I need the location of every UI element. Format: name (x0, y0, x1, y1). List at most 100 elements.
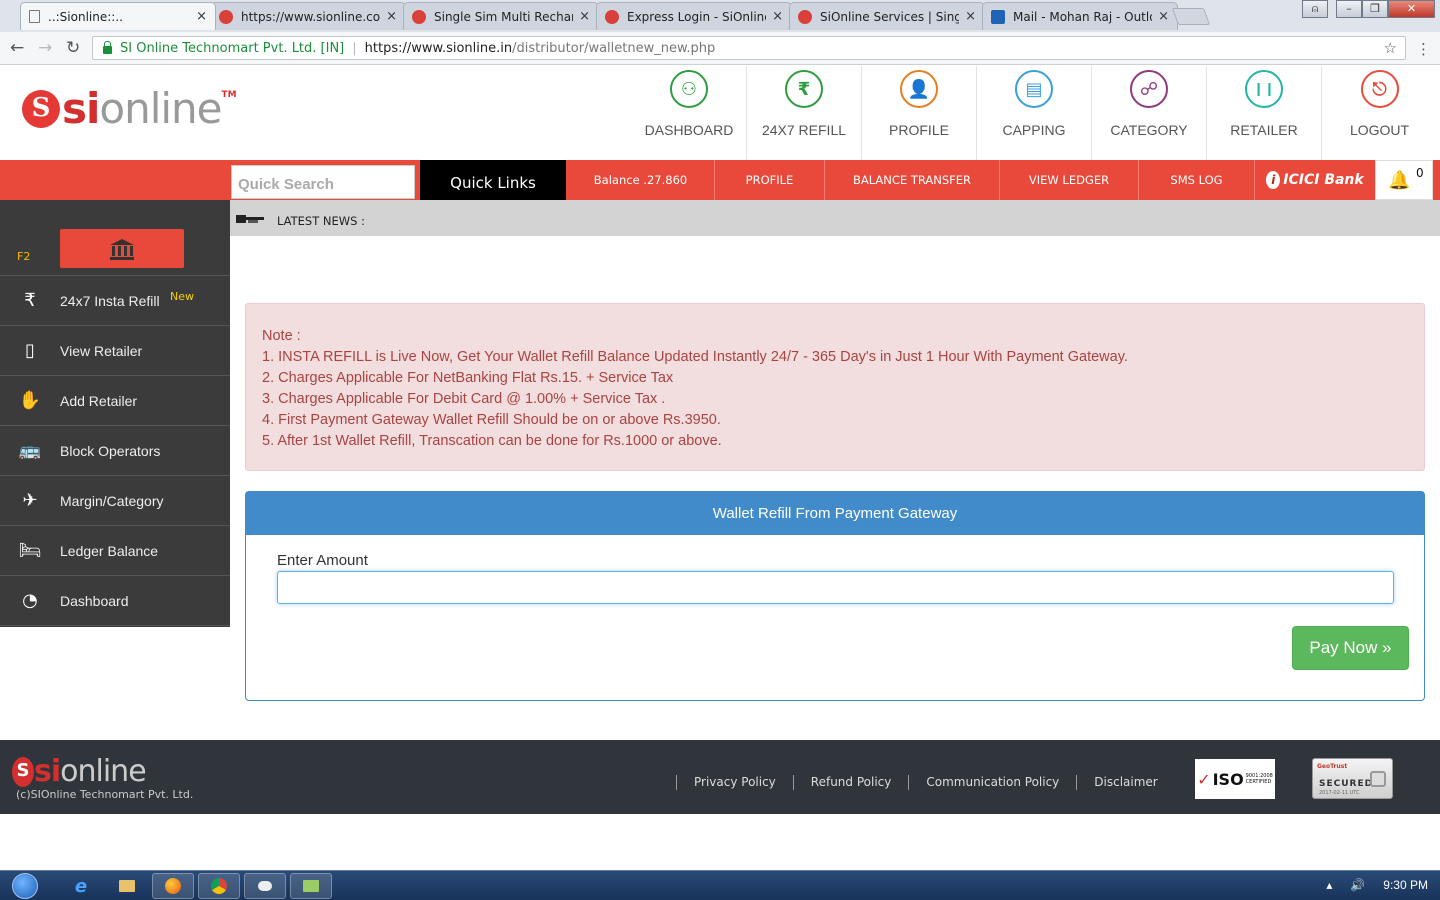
profile-link[interactable]: PROFILE (715, 160, 825, 200)
nav-label: LOGOUT (1349, 122, 1410, 138)
volume-icon[interactable]: 🔊 (1350, 878, 1365, 892)
explorer-taskbar-button[interactable] (106, 873, 148, 899)
rupee-icon: ₹ (24, 290, 36, 311)
quick-links-button[interactable]: Quick Links (420, 160, 566, 200)
sms-log-link[interactable]: SMS LOG (1139, 160, 1255, 200)
bank-icon (110, 238, 134, 260)
browser-tab-1[interactable]: ..:Sionline::.. × (20, 2, 216, 30)
close-window-button[interactable]: ✕ (1388, 0, 1435, 18)
nav-logout[interactable]: ⎋ LOGOUT (1322, 66, 1437, 160)
sidebar-item-label: 24x7 Insta Refill (60, 292, 160, 309)
menu-dots-icon[interactable]: ⋮ (1416, 40, 1431, 58)
separator: | (352, 40, 357, 56)
icici-bank-logo[interactable]: i ICICI Bank (1255, 160, 1375, 200)
browser-tab-5[interactable]: SiOnline Services | Single × (789, 2, 985, 30)
sidebar-item-label: Add Retailer (60, 392, 138, 409)
tab-title: Single Sim Multi Recharge (434, 9, 573, 24)
chat-taskbar-button[interactable] (244, 873, 286, 899)
back-icon[interactable]: ← (10, 38, 24, 58)
iso-sub2: CERTIFIED (1245, 779, 1272, 785)
browser-tab-3[interactable]: Single Sim Multi Recharge × (403, 2, 599, 30)
note-line: 4. First Payment Gateway Wallet Refill S… (262, 412, 721, 428)
quick-search-input[interactable]: Quick Search (231, 165, 415, 199)
tab-close-icon[interactable]: × (579, 9, 590, 24)
geotrust-badge[interactable]: GeoTrust SECURED 2017-02-11 UTC (1312, 758, 1393, 799)
tab-title: Express Login - SiOnline (627, 9, 767, 24)
nav-capping[interactable]: ▤ CAPPING (977, 66, 1092, 160)
nav-label: 24X7 REFILL (761, 122, 847, 138)
reload-icon[interactable]: ↻ (66, 38, 80, 58)
tab-close-icon[interactable]: × (196, 9, 207, 24)
sionline-logo[interactable]: S si online TM (22, 84, 237, 133)
nav-dashboard[interactable]: ⚇ DASHBOARD (632, 66, 747, 160)
pointing-hand-icon (236, 215, 264, 223)
browser-tab-4[interactable]: Express Login - SiOnline × (596, 2, 792, 30)
nav-24x7-refill[interactable]: ₹ 24X7 REFILL (747, 66, 862, 160)
sionline-icon (412, 9, 426, 24)
site-footer: S si online (c)SIOnline Technomart Pvt. … (0, 740, 1440, 814)
logout-icon: ⎋ (1360, 70, 1399, 108)
pay-now-button[interactable]: Pay Now » (1292, 626, 1409, 670)
refund-policy-link[interactable]: Refund Policy (792, 775, 909, 790)
geotrust-date: 2017-02-11 UTC (1319, 790, 1360, 796)
start-button[interactable] (6, 871, 44, 900)
firefox-taskbar-button[interactable] (152, 873, 194, 899)
nav-category[interactable]: ☍ CATEGORY (1092, 66, 1207, 160)
disclaimer-link[interactable]: Disclaimer (1076, 775, 1174, 790)
communication-policy-link[interactable]: Communication Policy (908, 775, 1076, 790)
dashboard-icon: ◔ (22, 590, 38, 611)
tab-close-icon[interactable]: × (386, 9, 397, 24)
privacy-policy-link[interactable]: Privacy Policy (676, 775, 793, 790)
tab-close-icon[interactable]: × (1158, 9, 1169, 24)
nav-retailer[interactable]: ❙❙ RETAILER (1207, 66, 1322, 160)
bookmark-star-icon[interactable]: ☆ (1384, 39, 1397, 57)
bus-icon: 🚌 (18, 440, 42, 461)
ie-taskbar-button[interactable]: e (60, 873, 102, 899)
firefox-icon (165, 878, 181, 894)
sidebar-item-add-retailer[interactable]: ✋ Add Retailer (0, 376, 230, 426)
forward-icon[interactable]: → (38, 38, 52, 58)
geotrust-brand: GeoTrust (1317, 763, 1348, 770)
user-icon: ⍝ (1302, 0, 1328, 18)
clock[interactable]: 9:30 PM (1383, 878, 1428, 892)
url-path: /distributor/walletnew_new.php (512, 40, 716, 56)
logo-tm: TM (221, 90, 237, 100)
balance-transfer-link[interactable]: BALANCE TRANSFER (825, 160, 1000, 200)
tab-close-icon[interactable]: × (965, 9, 976, 24)
bank-button[interactable] (60, 229, 184, 268)
notification-button[interactable]: 🔔 0 (1375, 160, 1433, 200)
footer-logo: S si online (12, 754, 147, 789)
f2-label: F2 (17, 250, 31, 263)
iso-badge: ✓ ISO 9001:2008 CERTIFIED (1195, 759, 1275, 799)
padlock-icon (1370, 771, 1386, 787)
sidebar-item-view-retailer[interactable]: ▯ View Retailer (0, 326, 230, 376)
tab-title: SiOnline Services | Single (820, 9, 960, 24)
nav-profile[interactable]: 👤 PROFILE (862, 66, 977, 160)
view-ledger-link[interactable]: VIEW LEDGER (1000, 160, 1139, 200)
browser-tab-2[interactable]: https://www.sionline.co.in × (210, 2, 406, 30)
url-host: https://www.sionline.in (364, 40, 513, 56)
top-nav: ⚇ DASHBOARD ₹ 24X7 REFILL 👤 PROFILE ▤ CA… (632, 66, 1437, 160)
tab-close-icon[interactable]: × (772, 9, 783, 24)
sidebar-item-dashboard[interactable]: ◔ Dashboard (0, 576, 230, 626)
sidebar-item-insta-refill[interactable]: ₹ 24x7 Insta Refill New (0, 276, 230, 326)
files-taskbar-button[interactable] (290, 873, 332, 899)
browser-tab-6[interactable]: Mail - Mohan Raj - Outlook × (982, 2, 1178, 30)
outlook-icon (991, 9, 1005, 24)
amount-input[interactable] (277, 571, 1394, 604)
panel-title: Wallet Refill From Payment Gateway (246, 492, 1424, 535)
address-bar[interactable]: SI Online Technomart Pvt. Ltd. [IN] | ht… (92, 36, 1406, 60)
user-button[interactable]: ⍝ (1302, 0, 1328, 20)
sidebar-item-ledger-balance[interactable]: 🛏 Ledger Balance (0, 526, 230, 576)
sidebar-item-block-operators[interactable]: 🚌 Block Operators (0, 426, 230, 476)
site-header: S si online TM ⚇ DASHBOARD ₹ 24X7 REFILL… (0, 66, 1440, 160)
new-tab-button[interactable] (1171, 8, 1211, 25)
sidebar-item-margin-category[interactable]: ✈ Margin/Category (0, 476, 230, 526)
chrome-taskbar-button[interactable] (198, 873, 240, 899)
maximize-button[interactable]: ❐ (1362, 0, 1388, 18)
wallet-refill-panel: Wallet Refill From Payment Gateway Enter… (245, 491, 1425, 701)
plane-icon: ✈ (22, 490, 38, 511)
balance-link[interactable]: Balance .27.860 (567, 160, 715, 200)
tray-arrow-icon[interactable]: ▴ (1326, 878, 1332, 892)
minimize-button[interactable]: – (1336, 0, 1362, 18)
